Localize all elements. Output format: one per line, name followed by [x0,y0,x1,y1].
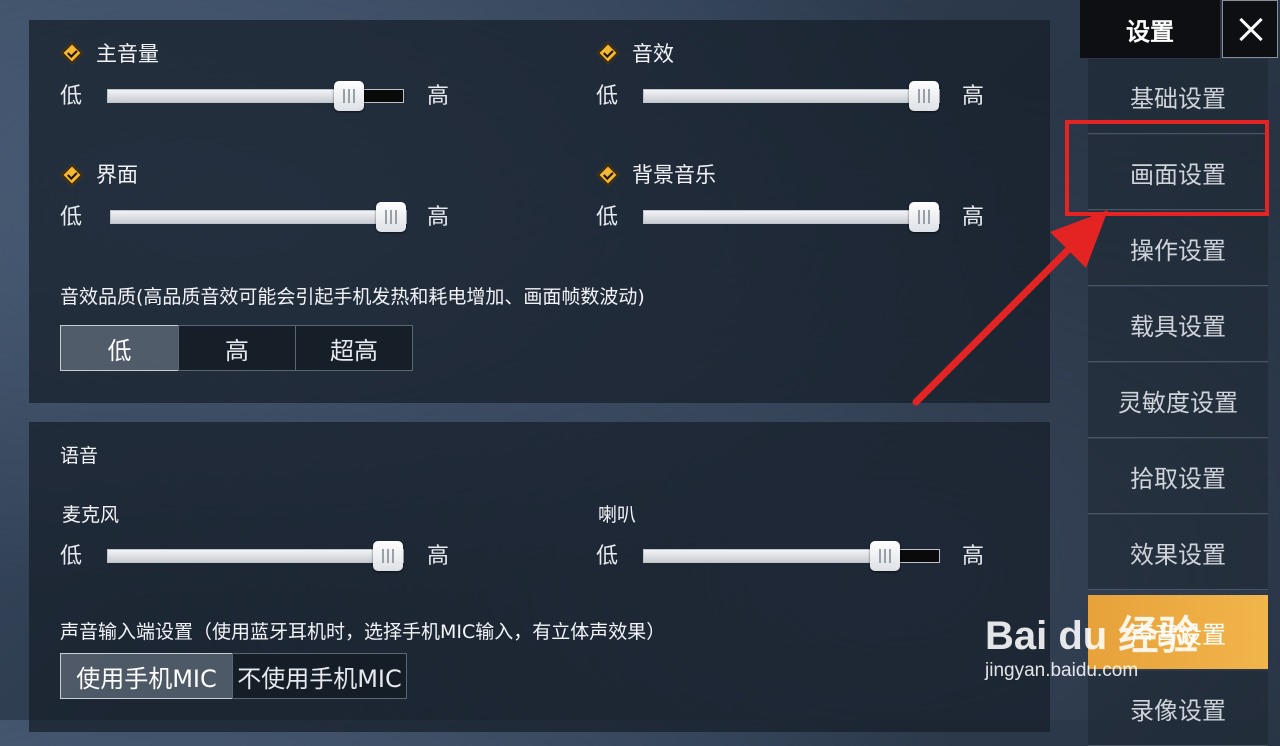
ui-sound-low-label: 低 [60,205,83,230]
bgm-slider[interactable] [643,202,940,232]
sfx-high-label: 高 [962,84,985,109]
sidebar-item-recording[interactable]: 录像设置 [1088,671,1268,746]
speaker-slider-fill [644,550,885,562]
watermark-brand: Bai du 经验 [985,614,1199,658]
speaker-high-label: 高 [962,544,985,569]
voice-section-title: 语音 [60,445,99,467]
speaker-slider[interactable] [643,541,940,571]
speaker-slider-thumb[interactable] [869,541,900,571]
quality-option-high[interactable]: 高 [178,325,296,371]
ui-sound-slider[interactable] [110,202,407,232]
ui-sound-slider-fill [111,211,405,223]
sfx-label: 音效 [632,42,674,66]
bgm-low-label: 低 [596,205,619,230]
mic-slider[interactable] [107,541,404,571]
sidebar-item-pickup[interactable]: 拾取设置 [1088,439,1268,514]
sfx-low-label: 低 [596,84,619,109]
speaker-label: 喇叭 [598,504,637,526]
mic-low-label: 低 [60,544,83,569]
voice-input-label: 声音输入端设置（使用蓝牙耳机时，选择手机MIC输入，有立体声效果） [60,621,666,643]
annotation-arrow-icon [912,210,1108,406]
mic-slider-thumb[interactable] [373,541,403,571]
bgm-slider-fill [644,211,938,223]
sidebar-item-effects[interactable]: 效果设置 [1088,515,1268,590]
bgm-label: 背景音乐 [632,163,716,187]
mic-slider-fill [108,550,402,562]
sfx-slider-thumb[interactable] [909,81,939,111]
sfx-slider-fill [644,90,938,102]
close-icon[interactable] [1222,0,1278,58]
sfx-slider[interactable] [643,81,940,111]
ui-sound-high-label: 高 [427,205,450,230]
sound-quality-label: 音效品质(高品质音效可能会引起手机发热和耗电增加、画面帧数波动) [60,286,645,308]
speaker-low-label: 低 [596,544,619,569]
quality-option-ultra[interactable]: 超高 [295,325,413,371]
ui-sound-label: 界面 [96,163,138,187]
not-use-phone-mic-button[interactable]: 不使用手机MIC [232,653,407,699]
main-volume-low-label: 低 [60,84,83,109]
mic-high-label: 高 [427,544,450,569]
main-volume-slider[interactable] [107,81,404,111]
mic-label: 麦克风 [62,504,120,526]
watermark-url: jingyan.baidu.com [985,660,1139,681]
use-phone-mic-button[interactable]: 使用手机MIC [60,653,233,699]
main-volume-slider-fill [108,90,349,102]
main-volume-label: 主音量 [96,42,159,66]
settings-title: 设置 [1080,0,1220,58]
main-volume-high-label: 高 [427,84,450,109]
main-volume-slider-thumb[interactable] [333,81,364,111]
ui-sound-slider-thumb[interactable] [376,202,406,232]
quality-option-low[interactable]: 低 [60,325,179,371]
